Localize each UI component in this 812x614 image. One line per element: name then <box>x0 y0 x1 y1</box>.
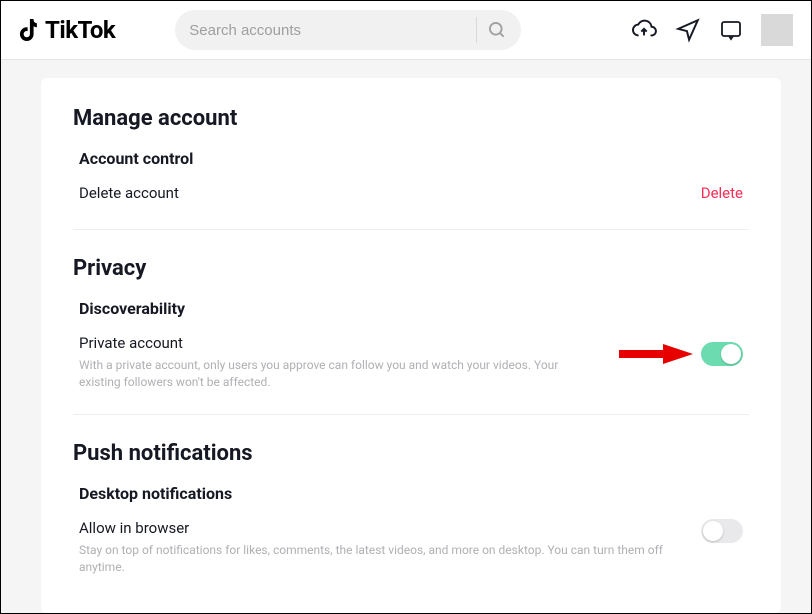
search-input[interactable] <box>189 22 466 39</box>
subsection-account-control: Account control <box>79 149 749 168</box>
section-push-notifications: Push notifications <box>73 441 749 466</box>
divider <box>73 414 749 415</box>
allow-browser-label: Allow in browser <box>79 519 681 537</box>
brand-logo[interactable]: TikTok <box>19 16 115 44</box>
inbox-icon[interactable] <box>719 18 743 42</box>
delete-account-label: Delete account <box>79 184 681 202</box>
row-delete-account: Delete account Delete <box>73 182 749 223</box>
brand-text: TikTok <box>45 16 115 44</box>
settings-card: Manage account Account control Delete ac… <box>41 78 781 613</box>
search-icon[interactable] <box>487 20 507 40</box>
allow-browser-desc: Stay on top of notifications for likes, … <box>79 542 681 577</box>
header-actions <box>631 14 793 46</box>
annotation-arrow-icon <box>615 334 695 374</box>
section-manage-account: Manage account <box>73 106 749 131</box>
row-allow-browser: Allow in browser Stay on top of notifica… <box>73 517 749 593</box>
app-header: TikTok <box>1 1 811 60</box>
messages-icon[interactable] <box>675 17 701 43</box>
row-private-account: Private account With a private account, … <box>73 332 749 408</box>
private-account-label: Private account <box>79 334 595 352</box>
section-privacy: Privacy <box>73 256 749 281</box>
allow-browser-toggle[interactable] <box>701 519 743 543</box>
search-box[interactable] <box>175 10 521 50</box>
tiktok-icon <box>19 17 41 43</box>
private-account-desc: With a private account, only users you a… <box>79 357 595 392</box>
delete-account-action[interactable]: Delete <box>701 184 743 202</box>
upload-icon[interactable] <box>631 17 657 43</box>
private-account-toggle[interactable] <box>701 342 743 366</box>
divider <box>73 229 749 230</box>
subsection-discoverability: Discoverability <box>79 299 749 318</box>
avatar[interactable] <box>761 14 793 46</box>
subsection-desktop-notifications: Desktop notifications <box>79 484 749 503</box>
search-divider <box>476 17 477 43</box>
page-body: Manage account Account control Delete ac… <box>1 60 811 613</box>
